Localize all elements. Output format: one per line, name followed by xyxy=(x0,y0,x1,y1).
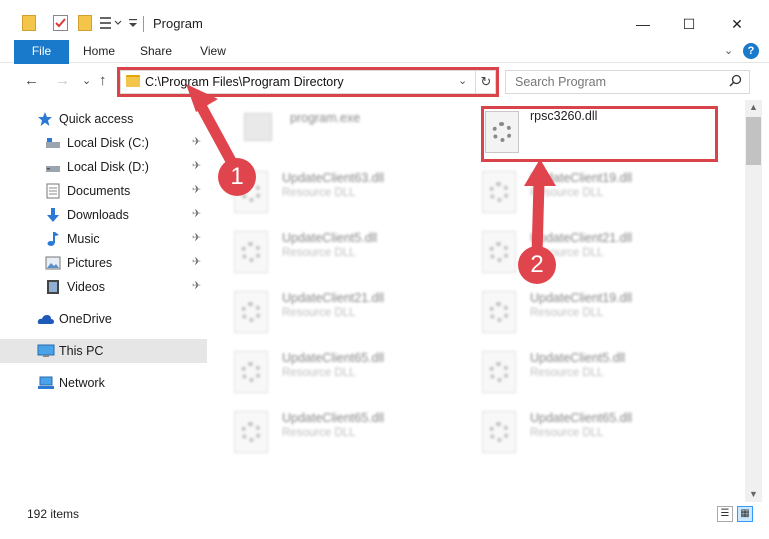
callout-1: 1 xyxy=(218,158,256,196)
annotation-arrows xyxy=(186,84,556,261)
callout-2: 2 xyxy=(518,246,556,284)
